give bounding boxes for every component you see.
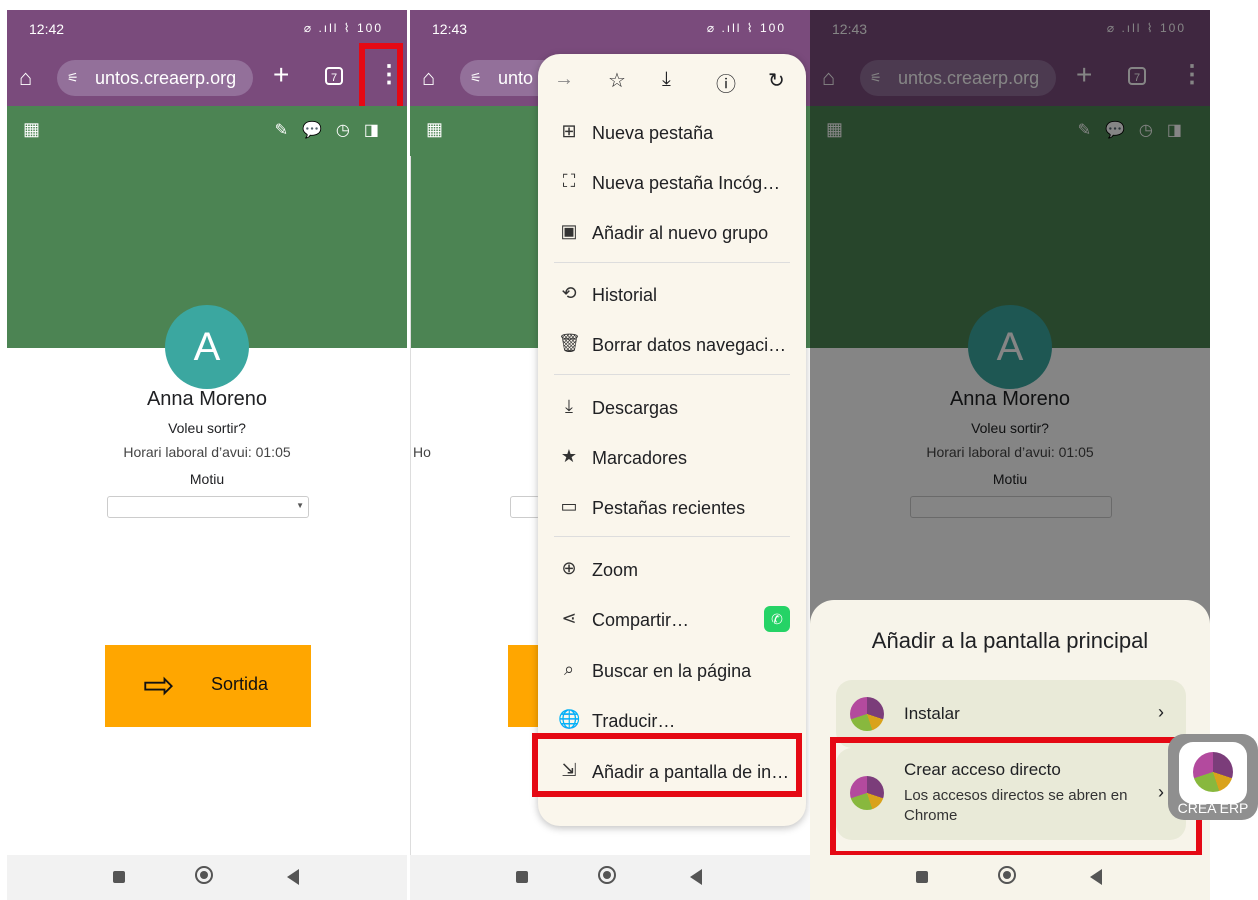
status-icons: ⌀ .ıll ⌇ 100 [303,21,383,35]
site-settings-icon[interactable]: ⚟ [67,60,79,96]
app-icon-tile [1179,742,1247,804]
menu-divider [554,262,790,263]
system-nav-bar [410,855,810,900]
recents-icon[interactable] [916,871,928,883]
menu-divider [554,374,790,375]
back-icon[interactable] [287,869,299,885]
plus-box-icon: ⊞ [561,121,577,141]
url-field[interactable]: ⚟ untos.creaerp.org [57,60,253,96]
menu-item-new-group[interactable]: ▣ Añadir al nuevo grupo [538,210,806,258]
forward-icon[interactable]: → [554,68,574,91]
toolbar-icons[interactable]: ✎💬◷◨ [275,120,393,140]
status-time: 12:42 [29,21,65,37]
menu-top-row: → ☆ ⤓ ⓘ ↻ [538,54,806,110]
system-nav-bar [7,855,407,900]
highlight-add-to-home [532,733,802,797]
app-toolbar: ▦ ✎💬◷◨ [7,106,407,156]
trash-icon: 🗑 [558,333,581,353]
chevron-right-icon: › [1158,702,1164,722]
app-logo-icon [1193,752,1233,792]
share-icon: ⋖ [561,608,577,628]
sheet-title: Añadir a la pantalla principal [871,628,1149,653]
zoom-icon: ⊕ [561,558,577,578]
menu-item-downloads[interactable]: ⤓ Descargas [538,385,806,433]
menu-item-zoom[interactable]: ⊕ Zoom [538,547,806,595]
recents-icon[interactable] [516,871,528,883]
work-hours: Horari laboral d’avui: 01:05 [123,444,291,460]
highlight-shortcut-option [830,737,1202,857]
back-icon[interactable] [690,869,702,885]
user-name: Anna Moreno [146,388,268,410]
exit-question: Voleu sortir? [168,420,246,436]
group-icon: ▣ [560,221,578,241]
status-icons: ⌀ .ıll ⌇ 100 [706,21,786,35]
star-icon: ★ [560,446,578,466]
menu-item-share[interactable]: ⋖ Compartir… ✆ [538,597,806,645]
install-label: Instalar [904,704,960,723]
download-check-icon: ⤓ [565,396,573,416]
screen-2: 12:43 ⌀ .ıll ⌇ 100 ⌂ ⚟ unto ▦ Ho → ☆ ⤓ ⓘ… [410,10,810,900]
status-bar: 12:42 ⌀ .ıll ⌇ 100 [7,10,407,50]
url-text: unto [498,68,534,88]
recents-icon[interactable] [113,871,125,883]
site-settings-icon[interactable]: ⚟ [470,60,482,96]
exit-button[interactable]: ⇨ Sortida [105,645,311,727]
whatsapp-icon[interactable]: ✆ [764,606,790,632]
reason-select[interactable]: ▼ [107,496,309,518]
status-time: 12:43 [432,21,468,37]
divider [410,156,411,856]
home-nav-icon[interactable] [598,866,616,884]
reason-label: Motiu [189,471,225,487]
apps-grid-icon[interactable]: ▦ [426,119,443,140]
browser-menu: → ☆ ⤓ ⓘ ↻ ⊞ Nueva pestaña ⛶ Nueva pestaña … [538,54,806,826]
screen-3: 12:43 ⌀ .ıll ⌇ 100 ⌂ ⚟ untos.creaerp.org… [810,10,1210,900]
address-bar: ⌂ ⚟ untos.creaerp.org + 7 ⋮ [7,50,407,106]
menu-item-find[interactable]: ⌕ Buscar en la página [538,648,806,696]
status-bar: 12:43 ⌀ .ıll ⌇ 100 [410,10,810,50]
menu-item-clear-data[interactable]: 🗑 Borrar datos navegaci… [538,322,806,370]
tab-count-button[interactable]: 7 [325,67,343,85]
apps-grid-icon[interactable]: ▦ [23,119,40,140]
bookmark-star-icon[interactable]: ☆ [608,68,626,93]
home-screen-app-icon[interactable]: CREA ERP [1168,734,1258,820]
menu-item-history[interactable]: ⟲ Historial [538,272,806,320]
screen-1: 12:42 ⌀ .ıll ⌇ 100 ⌂ ⚟ untos.creaerp.org… [7,10,407,900]
reload-icon[interactable]: ↻ [768,68,785,93]
download-icon[interactable]: ⤓ [662,68,671,91]
menu-item-new-tab[interactable]: ⊞ Nueva pestaña [538,110,806,158]
home-icon[interactable]: ⌂ [19,65,32,91]
menu-item-incognito[interactable]: ⛶ Nueva pestaña Incóg… [538,160,806,208]
exit-icon: ⇨ [143,665,175,707]
app-icon-label: CREA ERP [1177,800,1249,816]
find-icon: ⌕ [563,659,575,679]
chevron-down-icon: ▼ [296,501,304,510]
menu-item-recent-tabs[interactable]: ▭ Pestañas recientes [538,485,806,533]
app-logo-icon [850,697,884,731]
url-text: untos.creaerp.org [95,68,237,88]
back-icon[interactable] [1090,869,1102,885]
menu-item-bookmarks[interactable]: ★ Marcadores [538,435,806,483]
home-nav-icon[interactable] [195,866,213,884]
incognito-icon: ⛶ [562,171,576,191]
info-icon[interactable]: ⓘ [716,68,736,97]
system-nav-bar [810,855,1210,900]
avatar: A [165,305,249,389]
menu-divider [554,536,790,537]
home-nav-icon[interactable] [998,866,1016,884]
new-tab-button[interactable]: + [273,59,289,91]
exit-button-label: Sortida [211,674,269,694]
reason-select-partial[interactable] [510,496,540,518]
home-icon[interactable]: ⌂ [422,65,435,91]
devices-icon: ▭ [560,496,578,516]
translate-icon: 🌐 [558,709,581,729]
history-icon: ⟲ [561,283,577,303]
